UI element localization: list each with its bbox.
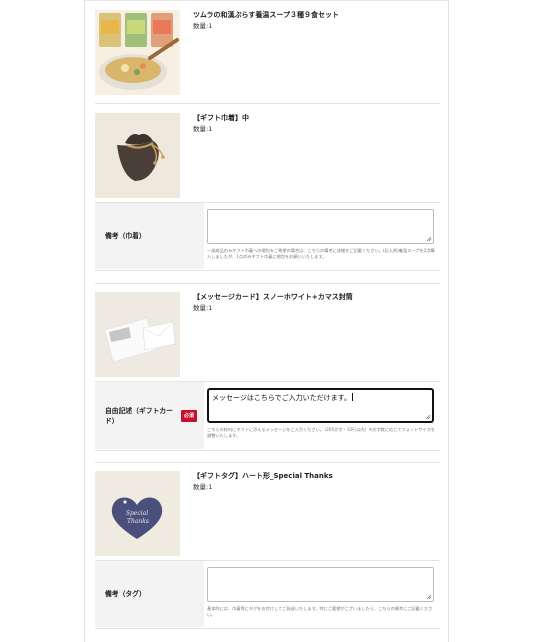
field-label: 自由記述（ギフトカード） 必須 [95,382,204,449]
field-help-text: 一部商品のみギフト巾着への梱包をご希望の場合は、こちらの備考に詳細をご記載くださ… [207,248,435,259]
product-image [95,10,180,95]
tag-text-line-1: Special [126,510,148,517]
divider [95,462,440,463]
field-label: 備考（巾着） [95,203,204,269]
field-label-text: 自由記述（ギフトカード） [105,406,173,425]
product-item: 【メッセージカード】スノーホワイト+カマス封筒 数量:1 [95,292,440,377]
product-name[interactable]: ツムラの和漢ぷらす養温スープ３種９食セット [193,10,440,20]
product-name[interactable]: 【ギフト巾着】中 [193,113,440,123]
textarea-value: メッセージはこちらでご入力いただけます。 [212,394,351,402]
product-name[interactable]: 【ギフトタグ】ハート形_Special Thanks [193,471,440,481]
product-image: Special Thanks [95,471,180,556]
field-label-text: 備考（タグ） [105,590,146,598]
product-quantity: 数量:1 [193,483,213,491]
gift-card-message-textarea[interactable]: メッセージはこちらでご入力いただけます。 [207,388,434,423]
form-row-gift-card-message: 自由記述（ギフトカード） 必須 メッセージはこちらでご入力いただけます。 こちら… [95,382,440,449]
order-items-panel: ツムラの和漢ぷらす養温スープ３種９食セット 数量:1 【ギフト巾着】中 数量:1 [84,0,449,642]
tag-note-textarea[interactable] [207,567,434,602]
divider [95,628,440,629]
divider [95,450,440,451]
resize-grip-icon[interactable] [426,594,432,600]
form-row-pouch-note: 備考（巾着） 一部商品のみギフト巾着への梱包をご希望の場合は、こちらの備考に詳細… [95,203,440,269]
field-label: 備考（タグ） [95,561,204,627]
form-row-tag-note: 備考（タグ） 基本的には、巾着等にタグをお付けしてご発送いたします。特にご要望が… [95,561,440,627]
product-image [95,292,180,377]
divider [95,270,440,271]
resize-grip-icon[interactable] [426,236,432,242]
product-quantity: 数量:1 [193,125,213,133]
product-item: Special Thanks 【ギフトタグ】ハート形_Special Thank… [95,471,440,556]
product-name[interactable]: 【メッセージカード】スノーホワイト+カマス封筒 [193,292,440,302]
field-help-text: こちらの枠内にギフトに添えるメッセージをご入力ください。（200文字・10行以内… [207,427,435,438]
field-label-text: 備考（巾着） [105,232,146,240]
product-image [95,113,180,198]
tag-text-line-2: Thanks [127,518,149,525]
product-item: ツムラの和漢ぷらす養温スープ３種９食セット 数量:1 [95,10,440,95]
product-item: 【ギフト巾着】中 数量:1 [95,113,440,198]
pouch-note-textarea[interactable] [207,209,434,244]
resize-grip-icon[interactable] [425,414,431,420]
divider [95,103,440,104]
field-help-text: 基本的には、巾着等にタグをお付けしてご発送いたします。特にご要望がございましたら… [207,606,433,617]
divider [85,0,448,1]
divider [95,283,440,284]
product-quantity: 数量:1 [193,304,213,312]
product-quantity: 数量:1 [193,22,213,30]
required-badge: 必須 [181,409,198,422]
text-cursor [351,393,353,401]
